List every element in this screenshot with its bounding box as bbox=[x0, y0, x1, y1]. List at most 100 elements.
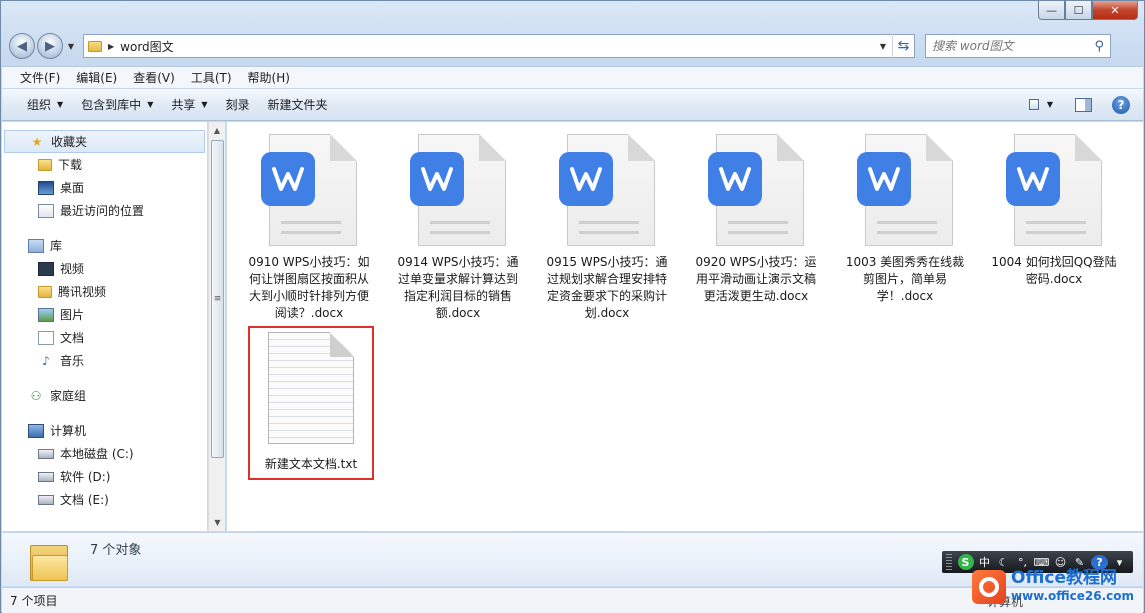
scrollbar-thumb[interactable]: ≡ bbox=[211, 140, 224, 458]
nav-scrollbar[interactable]: ▲ ≡ ▼ bbox=[208, 122, 225, 531]
new-folder-label: 新建文件夹 bbox=[267, 98, 328, 112]
address-bar[interactable]: ▶ word图文 ▼ ⇆ bbox=[83, 34, 915, 58]
file-item[interactable]: 0920 WPS小技巧：运用平滑动画让演示文稿更活泼更生动.docx bbox=[692, 134, 820, 305]
burn-button[interactable]: 刻录 bbox=[217, 93, 259, 117]
breadcrumb-folder[interactable]: word图文 bbox=[120, 38, 874, 55]
maximize-button[interactable]: ☐ bbox=[1065, 1, 1092, 20]
wps-document-icon bbox=[1006, 134, 1102, 246]
video-icon bbox=[38, 261, 54, 276]
search-input[interactable] bbox=[932, 39, 1082, 53]
nav-pictures-label: 图片 bbox=[60, 308, 85, 322]
nav-desktop-label: 桌面 bbox=[60, 181, 85, 195]
command-bar-right: ▼ ? bbox=[1023, 94, 1143, 116]
file-item-selected[interactable]: 新建文本文档.txt bbox=[247, 332, 375, 473]
file-item[interactable]: 0915 WPS小技巧：通过规划求解合理安排特定资金要求下的采购计划.docx bbox=[543, 134, 671, 322]
file-name: 0920 WPS小技巧：运用平滑动画让演示文稿更活泼更生动.docx bbox=[695, 255, 817, 303]
pictures-icon bbox=[38, 307, 54, 322]
menu-bar: 文件(F) 编辑(E) 查看(V) 工具(T) 帮助(H) bbox=[2, 66, 1143, 88]
refresh-button[interactable]: ⇆ bbox=[892, 34, 914, 58]
file-list: 0910 WPS小技巧：如何让饼图扇区按面积从大到小顺时针排列方便阅读？.doc… bbox=[227, 122, 1143, 531]
file-item[interactable]: 0910 WPS小技巧：如何让饼图扇区按面积从大到小顺时针排列方便阅读？.doc… bbox=[245, 134, 373, 322]
close-button[interactable]: ✕ bbox=[1092, 1, 1138, 20]
nav-computer-label: 计算机 bbox=[50, 424, 87, 438]
nav-recent-label: 最近访问的位置 bbox=[60, 204, 145, 218]
downloads-folder-icon bbox=[38, 158, 52, 171]
search-icon[interactable]: ⚲ bbox=[1094, 39, 1104, 54]
preview-pane-button[interactable] bbox=[1071, 94, 1095, 116]
menu-file[interactable]: 文件(F) bbox=[12, 69, 68, 86]
desktop-icon bbox=[38, 180, 54, 195]
help-icon: ? bbox=[1112, 95, 1130, 114]
nav-docs-e-label: 文档 (E:) bbox=[60, 493, 109, 507]
nav-videos-label: 视频 bbox=[60, 262, 85, 276]
nav-homegroup-label: 家庭组 bbox=[50, 389, 87, 403]
include-in-library-label: 包含到库中 bbox=[81, 98, 142, 112]
nav-recent-places[interactable]: 最近访问的位置 bbox=[2, 199, 207, 222]
file-name: 0915 WPS小技巧：通过规划求解合理安排特定资金要求下的采购计划.docx bbox=[546, 255, 668, 320]
drive-icon bbox=[38, 448, 54, 459]
include-in-library-button[interactable]: 包含到库中 ▼ bbox=[72, 93, 162, 117]
recent-places-icon bbox=[38, 203, 54, 218]
new-folder-button[interactable]: 新建文件夹 bbox=[259, 93, 337, 117]
text-document-icon bbox=[268, 332, 354, 444]
file-item[interactable]: 1004 如何找回QQ登陆密码.docx bbox=[990, 134, 1118, 288]
nav-music[interactable]: ♪ 音乐 bbox=[2, 349, 207, 372]
file-item[interactable]: 1003 美图秀秀在线裁剪图片，简单易学！.docx bbox=[841, 134, 969, 305]
nav-documents[interactable]: 文档 bbox=[2, 326, 207, 349]
chevron-down-icon: ▼ bbox=[1046, 100, 1053, 109]
nav-favorites[interactable]: ★ 收藏夹 bbox=[4, 130, 205, 153]
command-bar: 组织 ▼ 包含到库中 ▼ 共享 ▼ 刻录 新建文件夹 ▼ ? bbox=[2, 89, 1143, 121]
nav-computer[interactable]: 计算机 bbox=[2, 419, 207, 442]
recent-pages-dropdown[interactable]: ▼ bbox=[65, 42, 77, 51]
nav-tencent-video[interactable]: 腾讯视频 bbox=[2, 280, 207, 303]
forward-button[interactable]: ▶ bbox=[37, 33, 63, 59]
watermark-url: www.office26.com bbox=[1011, 589, 1135, 603]
preview-pane-icon bbox=[1074, 97, 1092, 112]
navigation-pane: ★ 收藏夹 下载 桌面 最近访问的位置 库 视频 腾讯视频 图片 文档 ♪ 音乐 ⚇… bbox=[2, 122, 207, 531]
nav-software-d[interactable]: 软件 (D:) bbox=[2, 465, 207, 488]
share-button[interactable]: 共享 ▼ bbox=[162, 93, 216, 117]
wps-document-icon bbox=[559, 134, 655, 246]
change-view-button[interactable]: ▼ bbox=[1029, 94, 1053, 116]
navigation-row: ◀ ▶ ▼ ▶ word图文 ▼ ⇆ ⚲ bbox=[9, 31, 1136, 61]
file-name: 0910 WPS小技巧：如何让饼图扇区按面积从大到小顺时针排列方便阅读？.doc… bbox=[248, 255, 370, 320]
minimize-button[interactable]: — bbox=[1038, 1, 1065, 20]
nav-favorites-label: 收藏夹 bbox=[51, 135, 88, 149]
nav-videos[interactable]: 视频 bbox=[2, 257, 207, 280]
nav-libraries[interactable]: 库 bbox=[2, 234, 207, 257]
drive-icon bbox=[38, 494, 54, 505]
nav-tencent-video-label: 腾讯视频 bbox=[58, 285, 107, 299]
nav-docs-e[interactable]: 文档 (E:) bbox=[2, 488, 207, 511]
office-logo-icon bbox=[972, 570, 1006, 604]
nav-downloads[interactable]: 下载 bbox=[2, 153, 207, 176]
file-name: 新建文本文档.txt bbox=[264, 457, 358, 471]
scroll-down-arrow-icon[interactable]: ▼ bbox=[209, 514, 226, 531]
organize-button[interactable]: 组织 ▼ bbox=[18, 93, 72, 117]
nav-local-disk-c[interactable]: 本地磁盘 (C:) bbox=[2, 442, 207, 465]
menu-view[interactable]: 查看(V) bbox=[125, 69, 183, 86]
nav-downloads-label: 下载 bbox=[58, 158, 83, 172]
grip-icon[interactable] bbox=[946, 554, 952, 570]
address-dropdown-icon[interactable]: ▼ bbox=[874, 42, 892, 51]
organize-label: 组织 bbox=[27, 98, 52, 112]
library-icon bbox=[28, 238, 44, 253]
scroll-up-arrow-icon[interactable]: ▲ bbox=[209, 122, 225, 139]
menu-tools[interactable]: 工具(T) bbox=[183, 69, 240, 86]
menu-help[interactable]: 帮助(H) bbox=[240, 69, 298, 86]
search-box[interactable]: ⚲ bbox=[925, 34, 1111, 58]
file-item[interactable]: 0914 WPS小技巧：通过单变量求解计算达到指定利润目标的销售额.docx bbox=[394, 134, 522, 322]
menu-edit[interactable]: 编辑(E) bbox=[68, 69, 125, 86]
nav-homegroup[interactable]: ⚇ 家庭组 bbox=[2, 384, 207, 407]
watermark-title: Office教程网 bbox=[1011, 568, 1118, 588]
site-watermark: Office教程网 www.office26.com bbox=[972, 566, 1140, 608]
nav-desktop[interactable]: 桌面 bbox=[2, 176, 207, 199]
nav-music-label: 音乐 bbox=[60, 354, 85, 368]
documents-icon bbox=[38, 330, 54, 345]
breadcrumb-chevron-icon[interactable]: ▶ bbox=[108, 42, 114, 51]
chevron-down-icon: ▼ bbox=[147, 100, 154, 109]
caption-buttons: — ☐ ✕ bbox=[1038, 1, 1138, 20]
nav-pictures[interactable]: 图片 bbox=[2, 303, 207, 326]
drive-icon bbox=[38, 471, 54, 482]
back-button[interactable]: ◀ bbox=[9, 33, 35, 59]
help-button[interactable]: ? bbox=[1109, 94, 1133, 116]
